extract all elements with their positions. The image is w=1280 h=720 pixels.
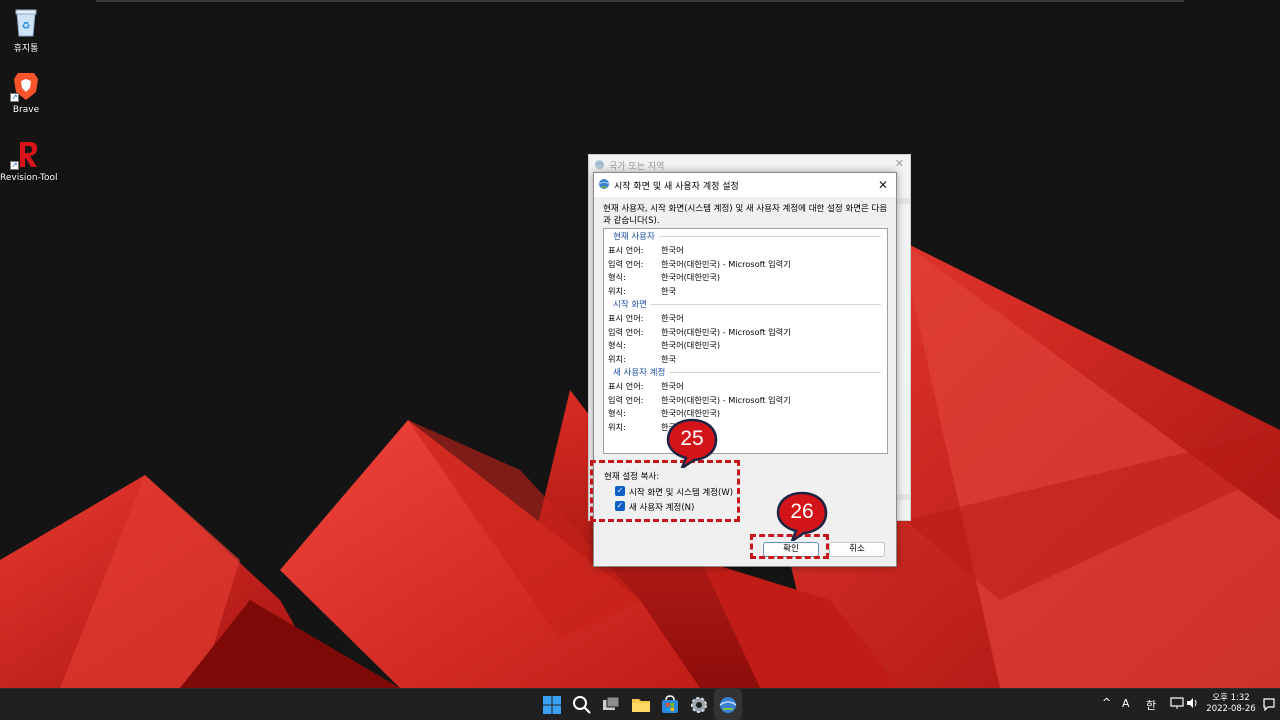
list-item: 형식: 한국어(대한민국) xyxy=(608,272,721,282)
section-header: 시작 화면 xyxy=(613,298,651,310)
desktop-icon-label: 휴지통 xyxy=(13,44,39,54)
clock-date: 2022-08-26 xyxy=(1206,704,1256,714)
search-icon[interactable] xyxy=(571,694,593,716)
list-item: 형식: 한국어(대한민국) xyxy=(608,408,721,418)
taskbar: ^ A 한 오후 1:32 2022-08-26 xyxy=(0,688,1280,720)
microsoft-store-icon[interactable] xyxy=(659,694,681,716)
section-header: 새 사용자 계정 xyxy=(613,366,670,378)
annotation-number: 26 xyxy=(790,500,814,523)
region-settings-globe-icon[interactable] xyxy=(717,694,739,716)
annotation-callout-25: 25 xyxy=(666,418,718,472)
desktop-icon-label: Revision-Tool xyxy=(0,173,58,183)
section-header: 현재 사용자 xyxy=(613,230,659,242)
globe-icon xyxy=(599,179,609,189)
shortcut-arrow-icon: ↗ xyxy=(10,161,19,170)
ime-indicator[interactable]: 한 xyxy=(1146,697,1156,713)
revision-tool-icon: ↗ xyxy=(10,138,42,170)
network-icon[interactable] xyxy=(1170,696,1184,710)
dialog-description: 현재 사용자, 시작 화면(시스템 계정) 및 새 사용자 계정에 대한 설정 … xyxy=(603,204,888,226)
tray-overflow-chevron-icon[interactable]: ^ xyxy=(1102,696,1111,709)
list-item: 표시 언어: 한국어 xyxy=(608,245,684,255)
annotation-number: 25 xyxy=(680,427,704,450)
desktop-icon-recycle-bin[interactable]: ♻ 휴지통 xyxy=(0,6,52,54)
list-item: 입력 언어: 한국어(대한민국) - Microsoft 입력기 xyxy=(608,394,791,405)
desktop-icon-brave[interactable]: ↗ Brave xyxy=(0,70,52,115)
volume-icon[interactable] xyxy=(1186,696,1200,710)
annotation-callout-26: 26 xyxy=(776,491,828,545)
top-edge-strip xyxy=(96,0,1184,2)
region-dialog-title: 국가 또는 지역 xyxy=(609,162,665,172)
annotation-highlight-checkboxes xyxy=(590,460,740,522)
settings-gear-icon[interactable] xyxy=(688,694,710,716)
clock-time: 오후 1:32 xyxy=(1212,693,1250,703)
dialog-title: 시작 화면 및 새 사용자 계정 설정 xyxy=(614,182,739,192)
section-welcome-screen: 시작 화면 표시 언어: 한국어 입력 언어: 한국어(대한민국) - Micros… xyxy=(604,297,887,365)
list-item: 위치: 한국 xyxy=(608,353,677,364)
desktop-icon-revision-tool[interactable]: ↗ Revision-Tool xyxy=(0,138,58,183)
file-explorer-icon[interactable] xyxy=(630,694,652,716)
recycle-bin-icon: ♻ xyxy=(10,6,42,38)
cancel-button[interactable]: 취소 xyxy=(829,542,885,557)
shortcut-arrow-icon: ↗ xyxy=(10,93,19,102)
scroll-strip xyxy=(897,198,910,204)
dialog-titlebar[interactable]: 시작 화면 및 새 사용자 계정 설정 ✕ xyxy=(594,173,896,197)
list-item: 입력 언어: 한국어(대한민국) - Microsoft 입력기 xyxy=(608,258,791,269)
task-view-icon[interactable] xyxy=(600,694,622,716)
notification-icon[interactable] xyxy=(1262,697,1276,711)
font-indicator[interactable]: A xyxy=(1122,697,1130,710)
list-item: 위치: 한국 xyxy=(608,421,677,432)
list-item: 표시 언어: 한국어 xyxy=(608,313,684,323)
brave-icon: ↗ xyxy=(10,70,42,102)
close-icon[interactable]: ✕ xyxy=(895,157,904,170)
list-item: 입력 언어: 한국어(대한민국) - Microsoft 입력기 xyxy=(608,326,791,337)
scroll-strip xyxy=(897,494,910,500)
settings-summary-list[interactable]: 현재 사용자 표시 언어: 한국어 입력 언어: 한국어(대한민국) - Micro… xyxy=(603,228,888,454)
windows-start-icon[interactable] xyxy=(541,694,563,716)
section-new-user-accounts: 새 사용자 계정 표시 언어: 한국어 입력 언어: 한국어(대한민국) - Mic… xyxy=(604,365,887,433)
section-current-user: 현재 사용자 표시 언어: 한국어 입력 언어: 한국어(대한민국) - Micro… xyxy=(604,229,887,297)
list-item: 형식: 한국어(대한민국) xyxy=(608,340,721,350)
globe-icon xyxy=(594,159,605,170)
taskbar-clock[interactable]: 오후 1:32 2022-08-26 xyxy=(1202,693,1260,715)
close-icon[interactable]: ✕ xyxy=(874,176,892,194)
desktop-icon-label: Brave xyxy=(12,105,40,115)
list-item: 표시 언어: 한국어 xyxy=(608,381,684,391)
svg-text:♻: ♻ xyxy=(22,21,31,32)
list-item: 위치: 한국 xyxy=(608,285,677,296)
